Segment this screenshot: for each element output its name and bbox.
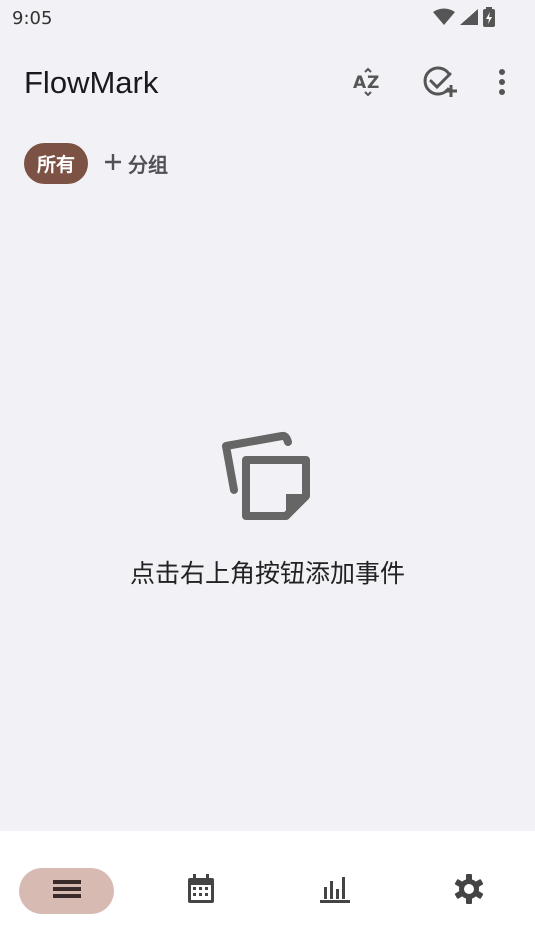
chip-all-label: 所有: [37, 154, 76, 176]
more-vert-icon: [498, 68, 506, 100]
status-bar: 9:05: [0, 0, 535, 36]
status-time: 9:05: [12, 8, 53, 29]
add-task-icon: [422, 65, 458, 103]
signal-icon: [459, 8, 479, 30]
svg-text:Z: Z: [367, 73, 379, 93]
stats-icon: [319, 875, 350, 907]
chip-all[interactable]: 所有: [24, 143, 89, 184]
plus-icon: [104, 152, 122, 176]
calendar-icon: [187, 874, 215, 908]
nav-settings[interactable]: [421, 868, 516, 914]
empty-state: 点击右上角按钮添加事件: [0, 430, 535, 590]
list-icon: [52, 879, 81, 903]
svg-text:A: A: [353, 73, 367, 93]
battery-icon: [483, 7, 495, 31]
empty-message: 点击右上角按钮添加事件: [129, 559, 405, 588]
app-title: FlowMark: [24, 65, 159, 100]
bottom-nav: [0, 831, 535, 951]
group-chips: 所有 分组: [24, 143, 168, 184]
add-group-label: 分组: [128, 153, 169, 177]
sort-az-button[interactable]: A Z: [344, 62, 392, 106]
add-task-button[interactable]: [416, 62, 464, 106]
app-bar: FlowMark A Z: [0, 50, 535, 120]
status-icons: [433, 7, 495, 31]
copy-notes-icon: [220, 430, 316, 528]
settings-icon: [454, 874, 484, 908]
nav-stats[interactable]: [287, 868, 382, 914]
add-group-button[interactable]: 分组: [104, 143, 168, 184]
sort-az-icon: A Z: [352, 66, 384, 102]
more-options-button[interactable]: [478, 62, 526, 106]
wifi-icon: [433, 8, 455, 30]
nav-calendar[interactable]: [153, 868, 248, 914]
nav-list[interactable]: [19, 868, 114, 914]
